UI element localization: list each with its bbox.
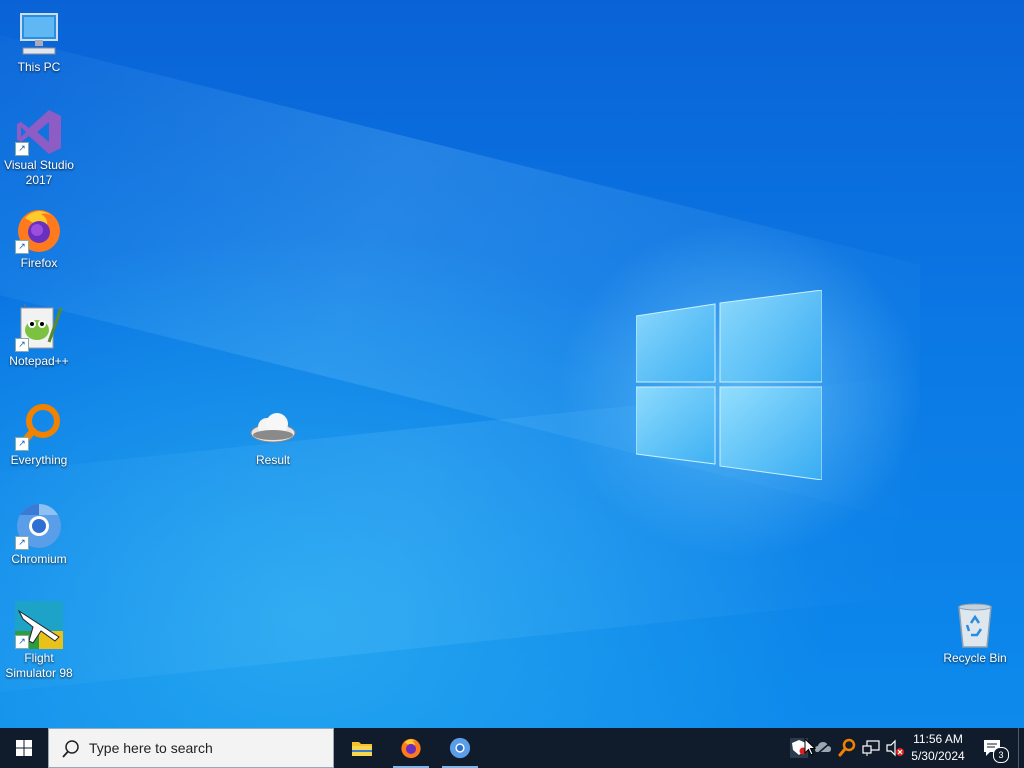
windows-logo-wallpaper xyxy=(636,290,822,480)
computer-icon xyxy=(15,10,63,58)
mouse-cursor-icon xyxy=(804,738,816,756)
chromium-icon: ↗ xyxy=(15,502,63,550)
network-icon xyxy=(862,740,880,756)
taskbar-app-firefox[interactable] xyxy=(387,728,435,768)
tray-volume-muted-icon[interactable] xyxy=(886,738,904,758)
everything-search-icon: ↗ xyxy=(15,403,63,451)
desktop-icon-label: Chromium xyxy=(11,552,67,566)
recycle-bin-icon xyxy=(951,601,999,649)
desktop-icon-label: Recycle Bin xyxy=(943,651,1007,665)
tray-onedrive-icon[interactable] xyxy=(814,738,832,758)
chromium-icon xyxy=(449,737,471,759)
windows-start-icon xyxy=(16,740,32,756)
tray-network-icon[interactable] xyxy=(862,738,880,758)
notepad-plus-plus-icon: ↗ xyxy=(15,304,63,352)
notification-count-badge: 3 xyxy=(993,747,1009,763)
shortcut-arrow-icon: ↗ xyxy=(15,338,29,352)
desktop-icon-label: Visual Studio 2017 xyxy=(4,158,74,187)
desktop-icon-label: Result xyxy=(255,453,290,467)
folder-icon xyxy=(352,742,372,756)
desktop-icon-result[interactable]: Result xyxy=(234,403,312,468)
tray-clock[interactable]: 11:56 AM 5/30/2024 xyxy=(906,731,970,765)
taskbar-app-file-explorer[interactable] xyxy=(338,728,386,768)
desktop-icon-everything[interactable]: ↗ Everything xyxy=(0,403,78,468)
everything-search-icon xyxy=(838,738,856,757)
shortcut-arrow-icon: ↗ xyxy=(15,635,29,649)
desktop-icon-flight-simulator[interactable]: ↗ Flight Simulator 98 xyxy=(0,601,78,681)
desktop-icon-notepad-plus-plus[interactable]: ↗ Notepad++ xyxy=(0,304,78,369)
taskbar-app-chromium[interactable] xyxy=(436,728,484,768)
speaker-muted-icon xyxy=(886,739,904,757)
desktop-icon-label: Notepad++ xyxy=(9,354,69,368)
tray-everything-icon[interactable] xyxy=(838,738,856,758)
taskbar: Type here to search 11:56 AM 5/30/2024 3 xyxy=(0,728,1024,768)
desktop-icon-this-pc[interactable]: This PC xyxy=(0,10,78,75)
desktop-icon-firefox[interactable]: ↗ Firefox xyxy=(0,206,78,271)
desktop-icon-chromium[interactable]: ↗ Chromium xyxy=(0,502,78,567)
desktop-icon-recycle-bin[interactable]: Recycle Bin xyxy=(936,601,1014,666)
desktop-icon-label: Firefox xyxy=(20,256,58,270)
cloud-icon xyxy=(249,403,297,451)
visual-studio-icon: ↗ xyxy=(15,108,63,156)
search-placeholder: Type here to search xyxy=(89,740,213,756)
start-button[interactable] xyxy=(0,728,48,768)
shortcut-arrow-icon: ↗ xyxy=(15,142,29,156)
show-desktop-button[interactable] xyxy=(1018,728,1024,768)
taskbar-search-box[interactable]: Type here to search xyxy=(48,728,334,768)
desktop-icon-label: Flight Simulator 98 xyxy=(5,651,73,680)
flight-simulator-icon: ↗ xyxy=(15,601,63,649)
desktop-icon-visual-studio[interactable]: ↗ Visual Studio 2017 xyxy=(0,108,78,188)
desktop-icon-label: Everything xyxy=(10,453,68,467)
clock-date: 5/30/2024 xyxy=(911,749,965,763)
desktop-icon-label: This PC xyxy=(17,60,61,74)
shortcut-arrow-icon: ↗ xyxy=(15,536,29,550)
search-icon xyxy=(62,740,79,758)
desktop[interactable]: This PC ↗ Visual Studio 2017 ↗ Firefox ↗… xyxy=(0,0,1024,728)
clock-time: 11:56 AM xyxy=(913,732,963,746)
firefox-icon: ↗ xyxy=(15,206,63,254)
action-center-button[interactable]: 3 xyxy=(980,736,1009,763)
firefox-icon xyxy=(401,738,421,759)
cloud-icon xyxy=(815,742,831,756)
shortcut-arrow-icon: ↗ xyxy=(15,240,29,254)
shortcut-arrow-icon: ↗ xyxy=(15,437,29,451)
